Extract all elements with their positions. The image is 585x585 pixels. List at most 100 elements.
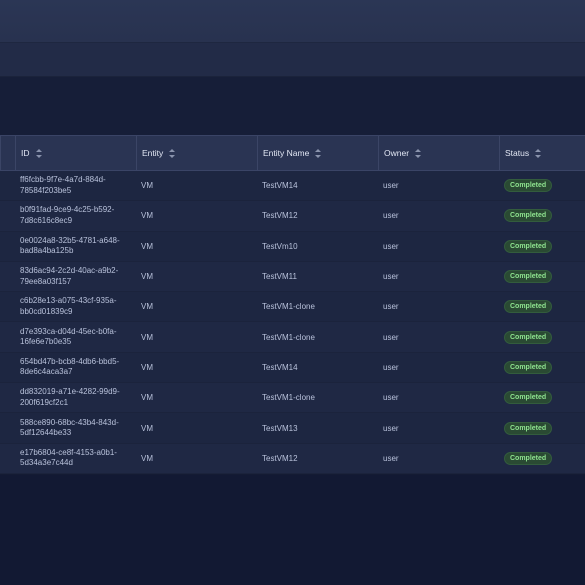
cell-status: Completed xyxy=(499,383,585,412)
status-badge: Completed xyxy=(504,391,553,405)
cell-entity: VM xyxy=(141,423,153,433)
column-header-owner-label: Owner xyxy=(384,148,410,158)
status-badge: Completed xyxy=(504,300,553,314)
cell-status: Completed xyxy=(499,322,585,351)
column-header-id[interactable]: ID xyxy=(15,136,136,170)
cell-entity: VM xyxy=(141,272,153,282)
row-spacer xyxy=(0,201,15,230)
cell-id[interactable]: 654bd47b-bcb8-4db6-bbd5-8de6c4aca3a7 xyxy=(15,353,136,382)
cell-id[interactable]: ff6fcbb-9f7e-4a7d-884d-78584f203be5 xyxy=(15,171,136,200)
top-bar xyxy=(0,0,585,42)
table-row[interactable]: d7e393ca-d04d-45ec-b0fa-16fe6e7b0e35 VM … xyxy=(0,322,585,353)
cell-status: Completed xyxy=(499,262,585,291)
cell-id[interactable]: 83d6ac94-2c2d-40ac-a9b2-79ee8a03f157 xyxy=(15,262,136,291)
cell-entity-name: TestVM13 xyxy=(262,423,298,433)
table-row[interactable]: dd832019-a71e-4282-99d9-200f619cf2c1 VM … xyxy=(0,383,585,414)
row-spacer xyxy=(0,171,15,200)
table-row[interactable]: 588ce890-68bc-43b4-843d-5df12644be33 VM … xyxy=(0,413,585,444)
cell-status: Completed xyxy=(499,292,585,321)
status-badge: Completed xyxy=(504,360,553,374)
cell-id[interactable]: b0f91fad-9ce9-4c25-b592-7d8c616c8ec9 xyxy=(15,201,136,230)
toolbar-band xyxy=(0,42,585,77)
cell-status: Completed xyxy=(499,413,585,442)
status-badge: Completed xyxy=(504,451,553,465)
status-badge: Completed xyxy=(504,239,553,253)
sort-icon[interactable] xyxy=(169,148,176,158)
cell-owner: user xyxy=(383,423,399,433)
cell-id[interactable]: 588ce890-68bc-43b4-843d-5df12644be33 xyxy=(15,413,136,442)
cell-owner: user xyxy=(383,272,399,282)
cell-entity-name: TestVM12 xyxy=(262,453,298,463)
status-badge: Completed xyxy=(504,421,553,435)
tasks-table: ID Entity Entity Name Owner Status ff6fc… xyxy=(0,135,585,474)
row-spacer xyxy=(0,413,15,442)
cell-id[interactable]: e17b6804-ce8f-4153-a0b1-5d34a3e7c44d xyxy=(15,444,136,473)
empty-area xyxy=(0,475,585,585)
cell-status: Completed xyxy=(499,201,585,230)
cell-entity: VM xyxy=(141,211,153,221)
cell-owner: user xyxy=(383,362,399,372)
column-header-entity[interactable]: Entity xyxy=(136,136,257,170)
row-spacer xyxy=(0,322,15,351)
row-spacer xyxy=(0,262,15,291)
column-header-entity-name[interactable]: Entity Name xyxy=(257,136,378,170)
row-spacer xyxy=(0,383,15,412)
column-header-entity-name-label: Entity Name xyxy=(263,148,310,158)
row-spacer xyxy=(0,353,15,382)
cell-entity-name: TestVM1-clone xyxy=(262,332,315,342)
table-header-row: ID Entity Entity Name Owner Status xyxy=(0,135,585,171)
row-spacer xyxy=(0,444,15,473)
column-header-entity-label: Entity xyxy=(142,148,164,158)
column-header-id-label: ID xyxy=(21,148,30,158)
cell-owner: user xyxy=(383,332,399,342)
cell-entity-name: TestVM14 xyxy=(262,181,298,191)
column-header-status-label: Status xyxy=(505,148,530,158)
status-badge: Completed xyxy=(504,330,553,344)
cell-owner: user xyxy=(383,181,399,191)
cell-entity-name: TestVM12 xyxy=(262,211,298,221)
sort-icon[interactable] xyxy=(35,148,42,158)
content-header-area xyxy=(0,77,585,135)
status-badge: Completed xyxy=(504,209,553,223)
cell-entity: VM xyxy=(141,393,153,403)
sort-icon[interactable] xyxy=(535,148,542,158)
table-row[interactable]: 83d6ac94-2c2d-40ac-a9b2-79ee8a03f157 VM … xyxy=(0,261,585,293)
table-row[interactable]: c6b28e13-a075-43cf-935a-bb0cd01839c9 VM … xyxy=(0,292,585,323)
row-spacer xyxy=(0,232,15,261)
cell-entity: VM xyxy=(141,241,153,251)
cell-id[interactable]: d7e393ca-d04d-45ec-b0fa-16fe6e7b0e35 xyxy=(15,322,136,351)
cell-entity-name: TestVM1-clone xyxy=(262,302,315,312)
column-header-status[interactable]: Status xyxy=(499,136,585,170)
sort-icon[interactable] xyxy=(315,148,322,158)
cell-owner: user xyxy=(383,453,399,463)
cell-owner: user xyxy=(383,211,399,221)
cell-owner: user xyxy=(383,241,399,251)
cell-entity: VM xyxy=(141,453,153,463)
cell-status: Completed xyxy=(499,232,585,261)
column-header-owner[interactable]: Owner xyxy=(378,136,499,170)
table-row[interactable]: 0e0024a8-32b5-4781-a648-bad8a4ba125b VM … xyxy=(0,231,585,262)
sort-icon[interactable] xyxy=(415,148,422,158)
row-spacer xyxy=(0,292,15,321)
table-row[interactable]: 654bd47b-bcb8-4db6-bbd5-8de6c4aca3a7 VM … xyxy=(0,352,585,384)
cell-entity: VM xyxy=(141,181,153,191)
header-spacer xyxy=(0,136,15,170)
table-row[interactable]: b0f91fad-9ce9-4c25-b592-7d8c616c8ec9 VM … xyxy=(0,201,585,232)
cell-status: Completed xyxy=(499,353,585,382)
cell-entity: VM xyxy=(141,302,153,312)
table-body: ff6fcbb-9f7e-4a7d-884d-78584f203be5 VM T… xyxy=(0,171,585,474)
cell-id[interactable]: dd832019-a71e-4282-99d9-200f619cf2c1 xyxy=(15,383,136,412)
table-row[interactable]: e17b6804-ce8f-4153-a0b1-5d34a3e7c44d VM … xyxy=(0,443,585,474)
cell-id[interactable]: c6b28e13-a075-43cf-935a-bb0cd01839c9 xyxy=(15,292,136,321)
cell-entity-name: TestVM1-clone xyxy=(262,393,315,403)
status-badge: Completed xyxy=(504,270,553,284)
cell-entity: VM xyxy=(141,362,153,372)
cell-id[interactable]: 0e0024a8-32b5-4781-a648-bad8a4ba125b xyxy=(15,232,136,261)
table-row[interactable]: ff6fcbb-9f7e-4a7d-884d-78584f203be5 VM T… xyxy=(0,171,585,202)
cell-status: Completed xyxy=(499,444,585,473)
cell-status: Completed xyxy=(499,171,585,200)
cell-entity-name: TestVm10 xyxy=(262,241,298,251)
cell-owner: user xyxy=(383,302,399,312)
status-badge: Completed xyxy=(504,179,553,193)
cell-owner: user xyxy=(383,393,399,403)
